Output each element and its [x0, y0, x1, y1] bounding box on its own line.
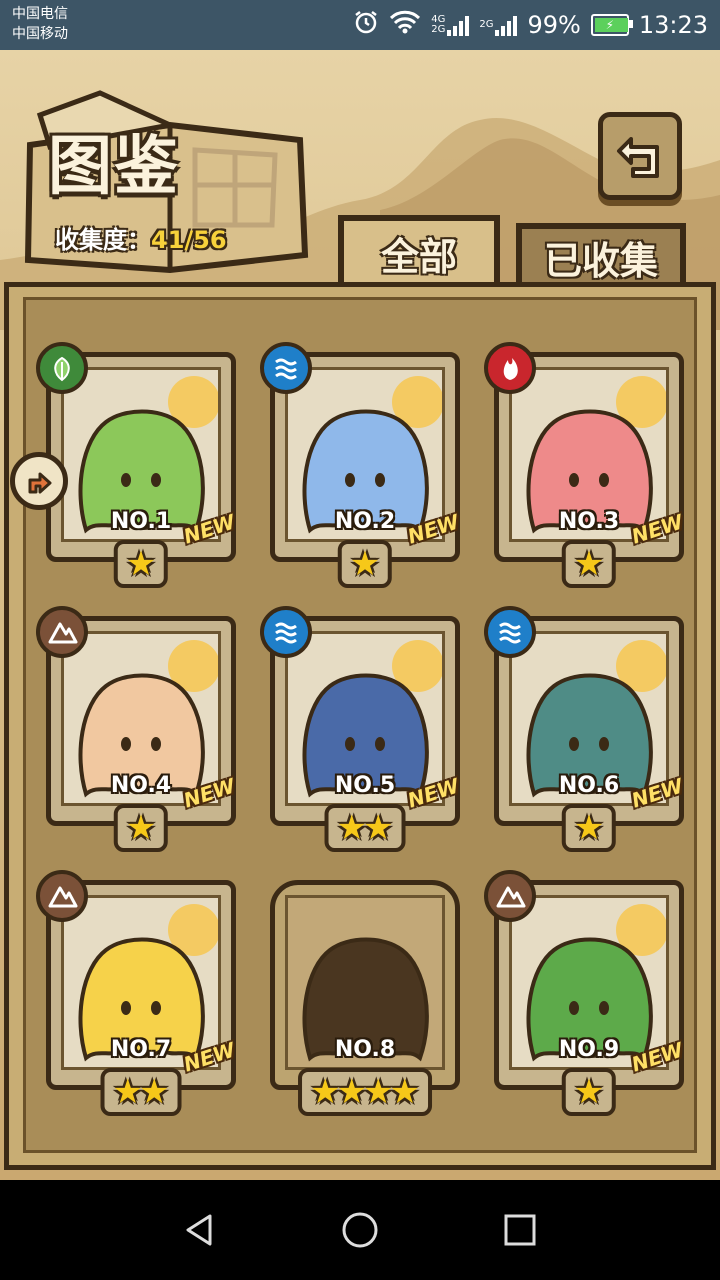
- carriers: 中国电信 中国移动: [12, 4, 68, 44]
- nav-recents-button[interactable]: [500, 1210, 540, 1250]
- signal-icon-2: [495, 14, 518, 36]
- monster-card[interactable]: NO.5 NEW ★ ★: [260, 606, 461, 852]
- fire-icon: [484, 342, 536, 394]
- monster-card[interactable]: NO.4 NEW ★: [36, 606, 237, 852]
- collection-value: 41/56: [151, 226, 227, 254]
- monster-card[interactable]: NO.1 NEW ★: [36, 342, 237, 588]
- star-rating: ★: [561, 540, 617, 588]
- star-rating: ★: [337, 540, 393, 588]
- signal-icon: [447, 14, 470, 36]
- star-icon: ★: [389, 1072, 420, 1112]
- battery-text: 99%: [527, 11, 581, 39]
- status-icons: 4G 2G 2G 99% ⚡ 13:23: [353, 8, 708, 42]
- star-icon: ★: [573, 1072, 605, 1112]
- network-type-2: 2G: [479, 19, 494, 30]
- monster-card[interactable]: NO.6 NEW ★: [484, 606, 685, 852]
- collection-label: 收集度：: [55, 226, 151, 254]
- earth-icon: [484, 870, 536, 922]
- star-icon: ★: [573, 808, 605, 848]
- tab-all[interactable]: 全部: [338, 215, 500, 285]
- star-rating: ★ ★: [100, 1068, 182, 1116]
- carrier-2: 中国移动: [12, 26, 68, 42]
- monster-card[interactable]: NO.7 NEW ★ ★: [36, 870, 237, 1116]
- clock: 13:23: [638, 11, 708, 39]
- side-arrow-button[interactable]: [10, 452, 68, 510]
- back-button[interactable]: [598, 112, 682, 200]
- monster-card[interactable]: NO.3 NEW ★: [484, 342, 685, 588]
- card-frame: NO.8: [270, 880, 460, 1090]
- star-icon: ★: [139, 1072, 170, 1112]
- battery-icon: ⚡: [590, 14, 633, 36]
- network-type: 4G 2G: [431, 14, 446, 35]
- monster-card[interactable]: NO.2 NEW ★: [260, 342, 461, 588]
- earth-icon: [36, 870, 88, 922]
- collection-progress: 收集度：41/56: [55, 220, 227, 255]
- triangle-back-icon: [186, 1214, 212, 1246]
- navigation-bar: [0, 1180, 720, 1280]
- star-icon: ★: [349, 544, 381, 584]
- carrier-1: 中国电信: [12, 6, 68, 22]
- grass-icon: [36, 342, 88, 394]
- collection-panel: NO.1 NEW ★ NO.2 NEW ★ NO.3 NEW ★ NO.4 NEW ★ NO.5 NEW ★…: [4, 282, 716, 1170]
- star-rating: ★ ★: [324, 804, 406, 852]
- tab-collected[interactable]: 已收集: [516, 223, 686, 285]
- star-rating: ★ ★ ★ ★: [298, 1068, 432, 1116]
- star-icon: ★: [363, 808, 394, 848]
- turn-arrow-icon: [28, 472, 52, 494]
- page-title: 图鉴: [48, 130, 180, 204]
- card-grid: NO.1 NEW ★ NO.2 NEW ★ NO.3 NEW ★ NO.4 NEW ★ NO.5 NEW ★…: [23, 297, 697, 1153]
- alarm-icon: [353, 9, 379, 41]
- water-icon: [260, 342, 312, 394]
- star-rating: ★: [113, 804, 169, 852]
- circle-home-icon: [342, 1212, 378, 1248]
- star-rating: ★: [113, 540, 169, 588]
- earth-icon: [36, 606, 88, 658]
- star-icon: ★: [125, 808, 157, 848]
- return-icon: [617, 137, 659, 178]
- star-icon: ★: [125, 544, 157, 584]
- star-rating: ★: [561, 804, 617, 852]
- star-icon: ★: [573, 544, 605, 584]
- water-icon: [260, 606, 312, 658]
- square-recents-icon: [504, 1214, 536, 1246]
- game-screen: 图鉴 收集度：41/56 全部 已收集 NO.1 NEW ★ NO.2 NEW ★ NO.3…: [0, 50, 720, 1180]
- nav-back-button[interactable]: [180, 1210, 220, 1250]
- nav-home-button[interactable]: [340, 1210, 380, 1250]
- wifi-icon: [389, 10, 421, 40]
- status-bar: 中国电信 中国移动 4G 2G 2G 99% ⚡ 13:23: [0, 0, 720, 50]
- monster-card[interactable]: NO.9 NEW ★: [484, 870, 685, 1116]
- star-rating: ★: [561, 1068, 617, 1116]
- water-icon: [484, 606, 536, 658]
- monster-card[interactable]: NO.8 ★ ★ ★ ★: [270, 880, 460, 1116]
- card-number: NO.8: [334, 1037, 396, 1062]
